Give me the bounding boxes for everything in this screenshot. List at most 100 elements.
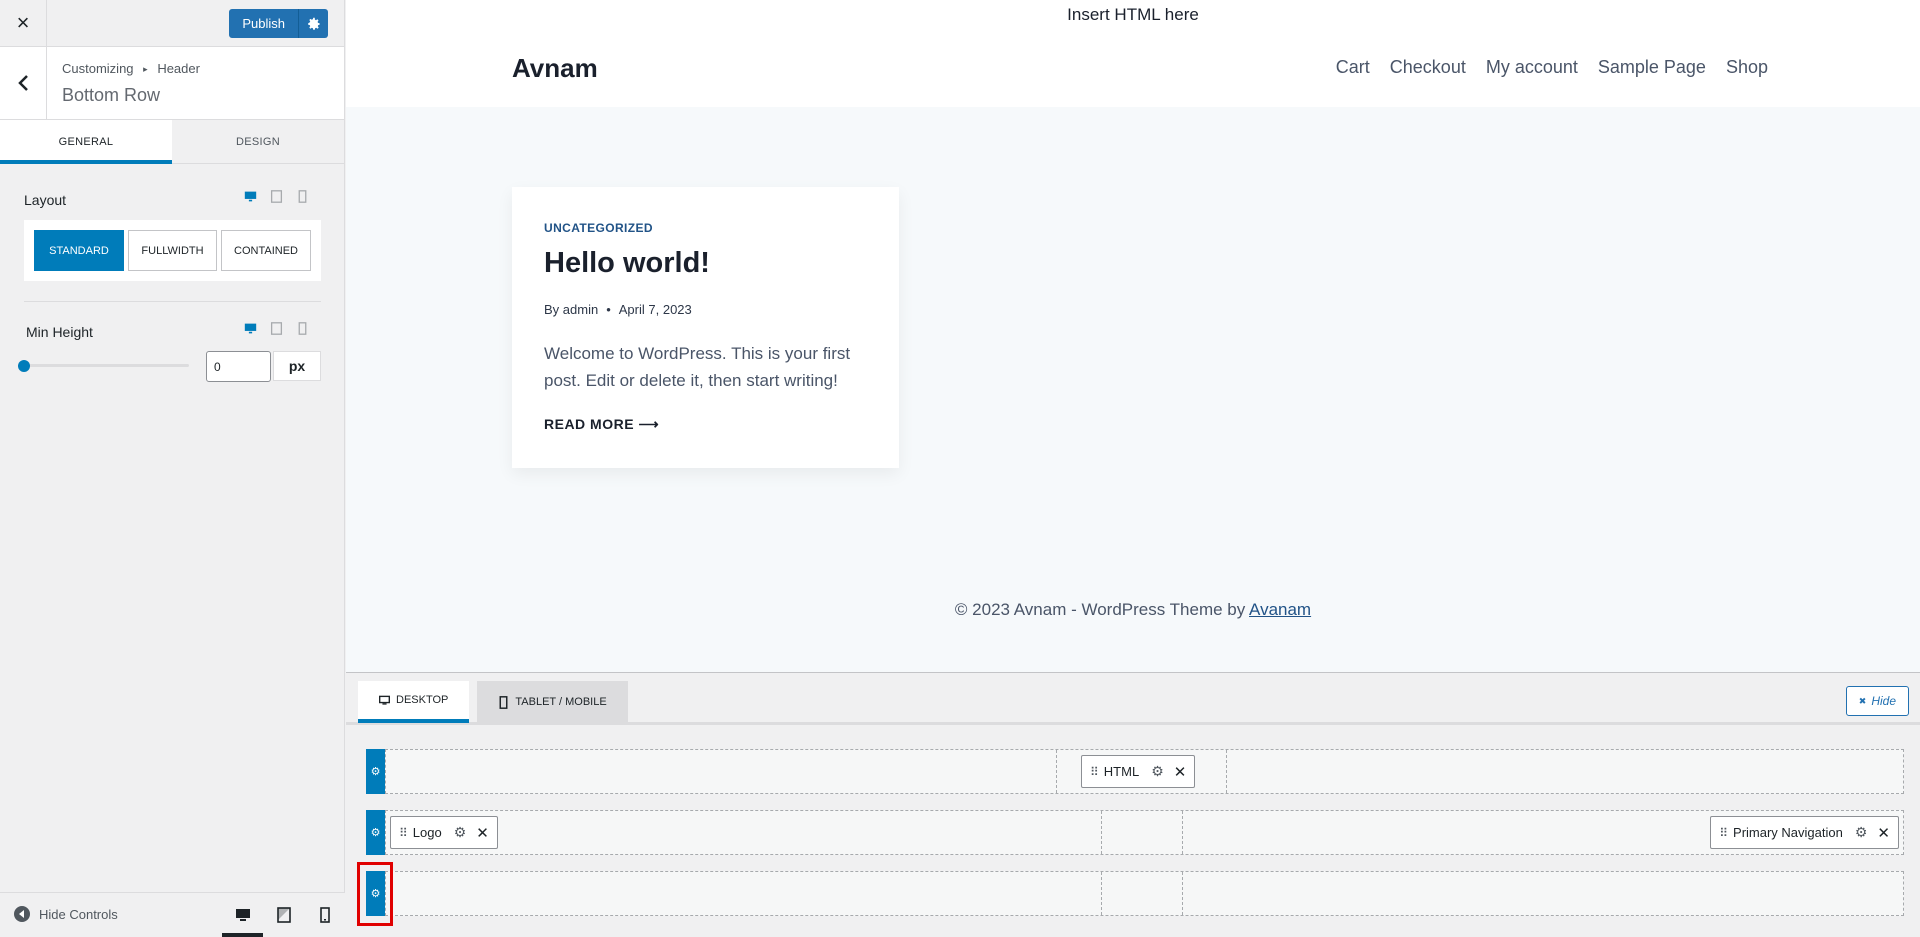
post-category[interactable]: UNCATEGORIZED [544, 221, 653, 235]
min-height-unit[interactable]: px [273, 351, 321, 381]
nav-item-shop[interactable]: Shop [1726, 57, 1768, 78]
preview-mobile-button[interactable] [304, 893, 345, 937]
close-customizer-button[interactable]: × [0, 0, 47, 46]
min-height-slider[interactable] [24, 364, 189, 367]
publish-button[interactable]: Publish [229, 9, 298, 38]
panel-topbar: × Publish [0, 0, 344, 47]
control-divider [24, 301, 321, 302]
builder-tab-desktop[interactable]: DESKTOP [358, 681, 470, 723]
layout-control: Layout STANDARD FULLWIDTH CONTAINED [24, 190, 321, 281]
post-meta: By admin • April 7, 2023 [544, 302, 692, 317]
builder-row-top: ⚙ ⠿ HTML ⚙ ✕ [366, 749, 1904, 794]
smartphone-icon[interactable] [296, 190, 309, 203]
builder-row-main: ⚙ ⠿ Logo ⚙ ✕ ⠿ Primary Navigation ⚙ ✕ [366, 810, 1904, 855]
tab-general[interactable]: GENERAL [0, 120, 172, 164]
builder-tab-tablet-mobile[interactable]: TABLET / MOBILE [477, 681, 628, 723]
builder-item-label: HTML [1103, 764, 1140, 779]
builder-item-html[interactable]: ⠿ HTML ⚙ ✕ [1081, 755, 1196, 788]
post-date[interactable]: April 7, 2023 [619, 302, 692, 317]
footer-theme-link[interactable]: Avanam [1249, 600, 1311, 619]
min-height-control: Min Height [26, 322, 321, 340]
drag-handle-icon[interactable]: ⠿ [399, 826, 408, 840]
desktop-icon [235, 909, 250, 921]
item-remove-close-icon[interactable]: ✕ [1877, 824, 1890, 842]
smartphone-icon [319, 907, 330, 923]
close-icon: × [16, 10, 30, 35]
row-settings-gear-icon[interactable]: ⚙ [366, 810, 385, 855]
builder-item-primary-navigation[interactable]: ⠿ Primary Navigation ⚙ ✕ [1710, 816, 1899, 849]
site-footer-credit: © 2023 Avnam - WordPress Theme by Avanam [346, 600, 1920, 620]
tablet-icon [276, 907, 291, 923]
min-height-input[interactable]: 0 [206, 351, 271, 382]
breadcrumb-root: Customizing [62, 61, 134, 76]
meta-bullet: • [606, 302, 611, 317]
zone-divider [1182, 872, 1183, 915]
back-button[interactable] [0, 47, 47, 119]
preview-tablet-button[interactable] [263, 893, 304, 937]
item-remove-close-icon[interactable]: ✕ [1174, 763, 1187, 781]
customizer-panel: × Publish Customizing ▸ Header Bottom Ro… [0, 0, 345, 937]
post-excerpt: Welcome to WordPress. This is your first… [544, 344, 851, 390]
tab-design[interactable]: DESIGN [172, 120, 344, 163]
smartphone-icon[interactable] [296, 322, 309, 335]
tablet-icon[interactable] [270, 190, 283, 203]
nav-item-sample-page[interactable]: Sample Page [1598, 57, 1706, 78]
post-title[interactable]: Hello world! [544, 247, 710, 280]
panel-footer: Hide Controls [0, 892, 345, 937]
builder-tabs: DESKTOP TABLET / MOBILE [358, 681, 628, 723]
hide-builder-label: Hide [1871, 694, 1896, 708]
min-height-device-switcher [244, 322, 309, 335]
publish-settings-button[interactable] [298, 9, 328, 38]
item-settings-gear-icon[interactable]: ⚙ [1151, 763, 1164, 780]
item-settings-gear-icon[interactable]: ⚙ [454, 824, 467, 841]
builder-item-label: Logo [412, 825, 442, 840]
nav-item-cart[interactable]: Cart [1336, 57, 1370, 78]
drag-handle-icon[interactable]: ⠿ [1719, 826, 1728, 840]
hide-builder-button[interactable]: ✖ Hide [1845, 686, 1909, 716]
panel-tabs: GENERAL DESIGN [0, 120, 344, 164]
builder-item-logo[interactable]: ⠿ Logo ⚙ ✕ [390, 816, 498, 849]
nav-item-checkout[interactable]: Checkout [1390, 57, 1466, 78]
zone-divider [1101, 811, 1102, 854]
row-drop-area[interactable] [385, 871, 1904, 916]
drag-handle-icon[interactable]: ⠿ [1090, 765, 1099, 779]
post-author[interactable]: By admin [544, 302, 598, 317]
read-more-link[interactable]: READ MORE ⟶ [544, 416, 659, 433]
item-remove-close-icon[interactable]: ✕ [476, 824, 489, 842]
preview-device-switcher [222, 893, 345, 937]
site-preview: Insert HTML here Avnam Cart Checkout My … [346, 0, 1920, 672]
layout-option-contained[interactable]: CONTAINED [221, 230, 311, 271]
zone-divider [1226, 750, 1227, 793]
layout-option-standard[interactable]: STANDARD [34, 230, 124, 271]
chevron-left-icon [18, 75, 28, 91]
desktop-icon[interactable] [244, 322, 257, 335]
publish-group: Publish [229, 9, 328, 38]
layout-option-fullwidth[interactable]: FULLWIDTH [128, 230, 217, 271]
hide-controls-label: Hide Controls [39, 906, 118, 922]
focus-highlight [357, 862, 393, 926]
header-builder: DESKTOP TABLET / MOBILE ✖ Hide ⚙ ⠿ HTML … [346, 672, 1920, 937]
min-height-slider-thumb[interactable] [18, 360, 30, 372]
site-title[interactable]: Avnam [512, 53, 598, 84]
row-settings-gear-icon[interactable]: ⚙ [366, 749, 385, 794]
builder-tab-desktop-label: DESKTOP [396, 694, 449, 706]
hide-controls-button[interactable]: Hide Controls [14, 906, 118, 922]
preview-desktop-button[interactable] [222, 893, 263, 937]
tablet-icon[interactable] [270, 322, 283, 335]
section-title: Bottom Row [62, 85, 161, 105]
layout-device-switcher [244, 190, 309, 203]
item-settings-gear-icon[interactable]: ⚙ [1855, 824, 1868, 841]
nav-item-my-account[interactable]: My account [1486, 57, 1578, 78]
desktop-icon [379, 695, 390, 705]
zone-divider [1101, 872, 1102, 915]
layout-options: STANDARD FULLWIDTH CONTAINED [24, 220, 321, 281]
row-drop-area[interactable]: ⠿ HTML ⚙ ✕ [385, 749, 1904, 794]
read-more-label: READ MORE [544, 416, 635, 432]
zone-divider [1056, 750, 1057, 793]
zone-divider [1182, 811, 1183, 854]
row-drop-area[interactable]: ⠿ Logo ⚙ ✕ ⠿ Primary Navigation ⚙ ✕ [385, 810, 1904, 855]
desktop-icon[interactable] [244, 190, 257, 203]
header-html-text[interactable]: Insert HTML here [346, 5, 1920, 25]
site-header: Insert HTML here Avnam Cart Checkout My … [346, 0, 1920, 107]
footer-copyright: © 2023 Avnam - WordPress Theme by [954, 600, 1250, 619]
